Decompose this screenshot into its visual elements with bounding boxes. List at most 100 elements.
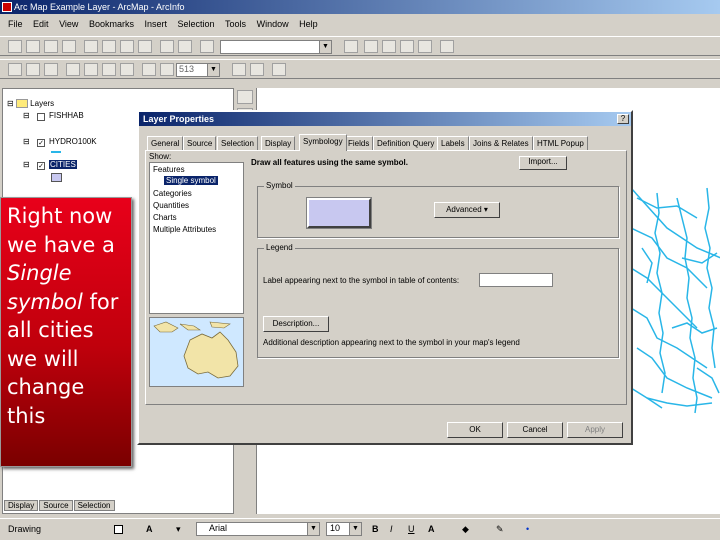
tab-source[interactable]: Source — [183, 136, 217, 150]
zoom-whole-page-icon[interactable] — [66, 63, 80, 76]
add-data-icon[interactable] — [200, 40, 214, 53]
zoom-in-icon[interactable] — [237, 90, 253, 104]
tab-general[interactable]: General — [147, 136, 184, 150]
tab-fields[interactable]: Fields — [344, 136, 374, 150]
toc-layer[interactable]: ⊟ — [23, 160, 30, 169]
arctoolbox-icon[interactable] — [364, 40, 378, 53]
change-layout-icon[interactable] — [272, 63, 286, 76]
description-button[interactable]: Description... — [263, 316, 329, 332]
callout-icon[interactable]: ▾ — [176, 524, 181, 535]
layer-visibility-checkbox[interactable]: ✓ — [37, 139, 45, 147]
list-item-multiple-attributes[interactable]: Multiple Attributes — [153, 225, 216, 234]
zoom-out-page-icon[interactable] — [26, 63, 40, 76]
print-icon[interactable] — [62, 40, 76, 53]
collapse-icon[interactable]: ⊟ — [23, 137, 30, 146]
cancel-button[interactable]: Cancel — [507, 422, 563, 438]
fill-color-icon[interactable]: ◆ — [462, 524, 469, 535]
menu-file[interactable]: File — [8, 16, 23, 32]
list-item-quantities[interactable]: Quantities — [153, 201, 189, 210]
tab-selection[interactable]: Selection — [73, 500, 115, 511]
select-elements-icon[interactable] — [54, 523, 66, 535]
list-item-categories[interactable]: Categories — [153, 189, 192, 198]
close-icon[interactable]: ? — [617, 114, 629, 124]
editor-icon[interactable] — [344, 40, 358, 53]
toc-layer[interactable]: ⊟ — [23, 111, 30, 120]
rotate-icon[interactable] — [72, 523, 84, 535]
cut-icon[interactable] — [84, 40, 98, 53]
back-extent-icon[interactable] — [142, 63, 156, 76]
collapse-icon[interactable]: ⊟ — [23, 160, 30, 169]
line-color-icon[interactable]: ✎ — [496, 524, 504, 535]
font-color-icon[interactable]: A — [428, 524, 435, 534]
symbol-button[interactable] — [306, 197, 372, 229]
underline-button[interactable]: U — [408, 524, 415, 534]
list-item-features[interactable]: Features — [153, 165, 185, 174]
menu-bookmarks[interactable]: Bookmarks — [89, 16, 134, 32]
pan-page-icon[interactable] — [44, 63, 58, 76]
focus-frame-icon[interactable] — [250, 63, 264, 76]
ok-button[interactable]: OK — [447, 422, 503, 438]
zoom-100-icon[interactable] — [84, 63, 98, 76]
layer-name[interactable]: FISHHAB — [49, 111, 84, 120]
layers-root[interactable]: ⊟ Layers — [7, 99, 54, 109]
collapse-icon[interactable]: ⊟ — [7, 99, 14, 108]
save-icon[interactable] — [44, 40, 58, 53]
list-item-single-symbol[interactable]: Single symbol — [164, 176, 218, 185]
list-item-charts[interactable]: Charts — [153, 213, 177, 222]
zoom-combo[interactable]: 513 ▼ — [176, 63, 220, 77]
undo-icon[interactable] — [160, 40, 174, 53]
bold-button[interactable]: B — [372, 524, 379, 534]
fixed-zoom-in-icon[interactable] — [102, 63, 116, 76]
paste-icon[interactable] — [120, 40, 134, 53]
italic-button[interactable]: I — [390, 524, 393, 534]
tab-display[interactable]: Display — [261, 136, 296, 150]
tab-display[interactable]: Display — [4, 500, 39, 511]
layer-name[interactable]: HYDRO100K — [49, 137, 97, 146]
forward-extent-icon[interactable] — [160, 63, 174, 76]
tab-symbology[interactable]: Symbology — [299, 134, 347, 151]
show-list[interactable]: Features Single symbol Categories Quanti… — [149, 162, 244, 314]
advanced-button[interactable]: Advanced ▾ — [434, 202, 500, 218]
chevron-down-icon[interactable]: ▼ — [349, 523, 361, 535]
menu-view[interactable]: View — [59, 16, 78, 32]
menu-window[interactable]: Window — [257, 16, 289, 32]
redo-icon[interactable] — [178, 40, 192, 53]
menu-help[interactable]: Help — [299, 16, 318, 32]
copy-icon[interactable] — [102, 40, 116, 53]
menu-edit[interactable]: Edit — [33, 16, 49, 32]
map-scale-combo[interactable]: ▼ — [220, 40, 332, 54]
delete-icon[interactable] — [138, 40, 152, 53]
model-icon[interactable] — [400, 40, 414, 53]
rectangle-icon[interactable] — [114, 525, 123, 534]
layer-visibility-checkbox[interactable]: ✓ — [37, 162, 45, 170]
tab-joins-relates[interactable]: Joins & Relates — [469, 136, 533, 150]
apply-button[interactable]: Apply — [567, 422, 623, 438]
chevron-down-icon[interactable]: ▼ — [207, 64, 219, 76]
new-icon[interactable] — [8, 40, 22, 53]
marker-color-icon[interactable]: • — [526, 524, 529, 534]
layer-name-selected[interactable]: CITIES — [49, 160, 77, 169]
command-line-icon[interactable] — [418, 40, 432, 53]
legend-label-input[interactable] — [479, 273, 553, 287]
layer-visibility-checkbox[interactable] — [37, 113, 45, 121]
collapse-icon[interactable]: ⊟ — [23, 111, 30, 120]
catalog-icon[interactable] — [382, 40, 396, 53]
toggle-draft-icon[interactable] — [232, 63, 246, 76]
font-combo[interactable]: Arial ▼ — [196, 522, 320, 536]
menu-selection[interactable]: Selection — [178, 16, 215, 32]
tab-selection[interactable]: Selection — [217, 136, 258, 150]
toc-layer[interactable]: ⊟ — [23, 137, 30, 146]
fixed-zoom-out-icon[interactable] — [120, 63, 134, 76]
tab-source[interactable]: Source — [39, 500, 73, 511]
menu-tools[interactable]: Tools — [225, 16, 246, 32]
tab-definition-query[interactable]: Definition Query — [373, 136, 439, 150]
chevron-down-icon[interactable]: ▼ — [307, 523, 319, 535]
zoom-in-page-icon[interactable] — [8, 63, 22, 76]
font-size-combo[interactable]: 10 ▼ — [326, 522, 362, 536]
help-icon[interactable] — [440, 40, 454, 53]
menu-insert[interactable]: Insert — [144, 16, 167, 32]
drawing-menu[interactable]: Drawing — [8, 524, 41, 534]
text-tool-icon[interactable]: A — [146, 524, 153, 534]
tab-html-popup[interactable]: HTML Popup — [533, 136, 588, 150]
open-icon[interactable] — [26, 40, 40, 53]
